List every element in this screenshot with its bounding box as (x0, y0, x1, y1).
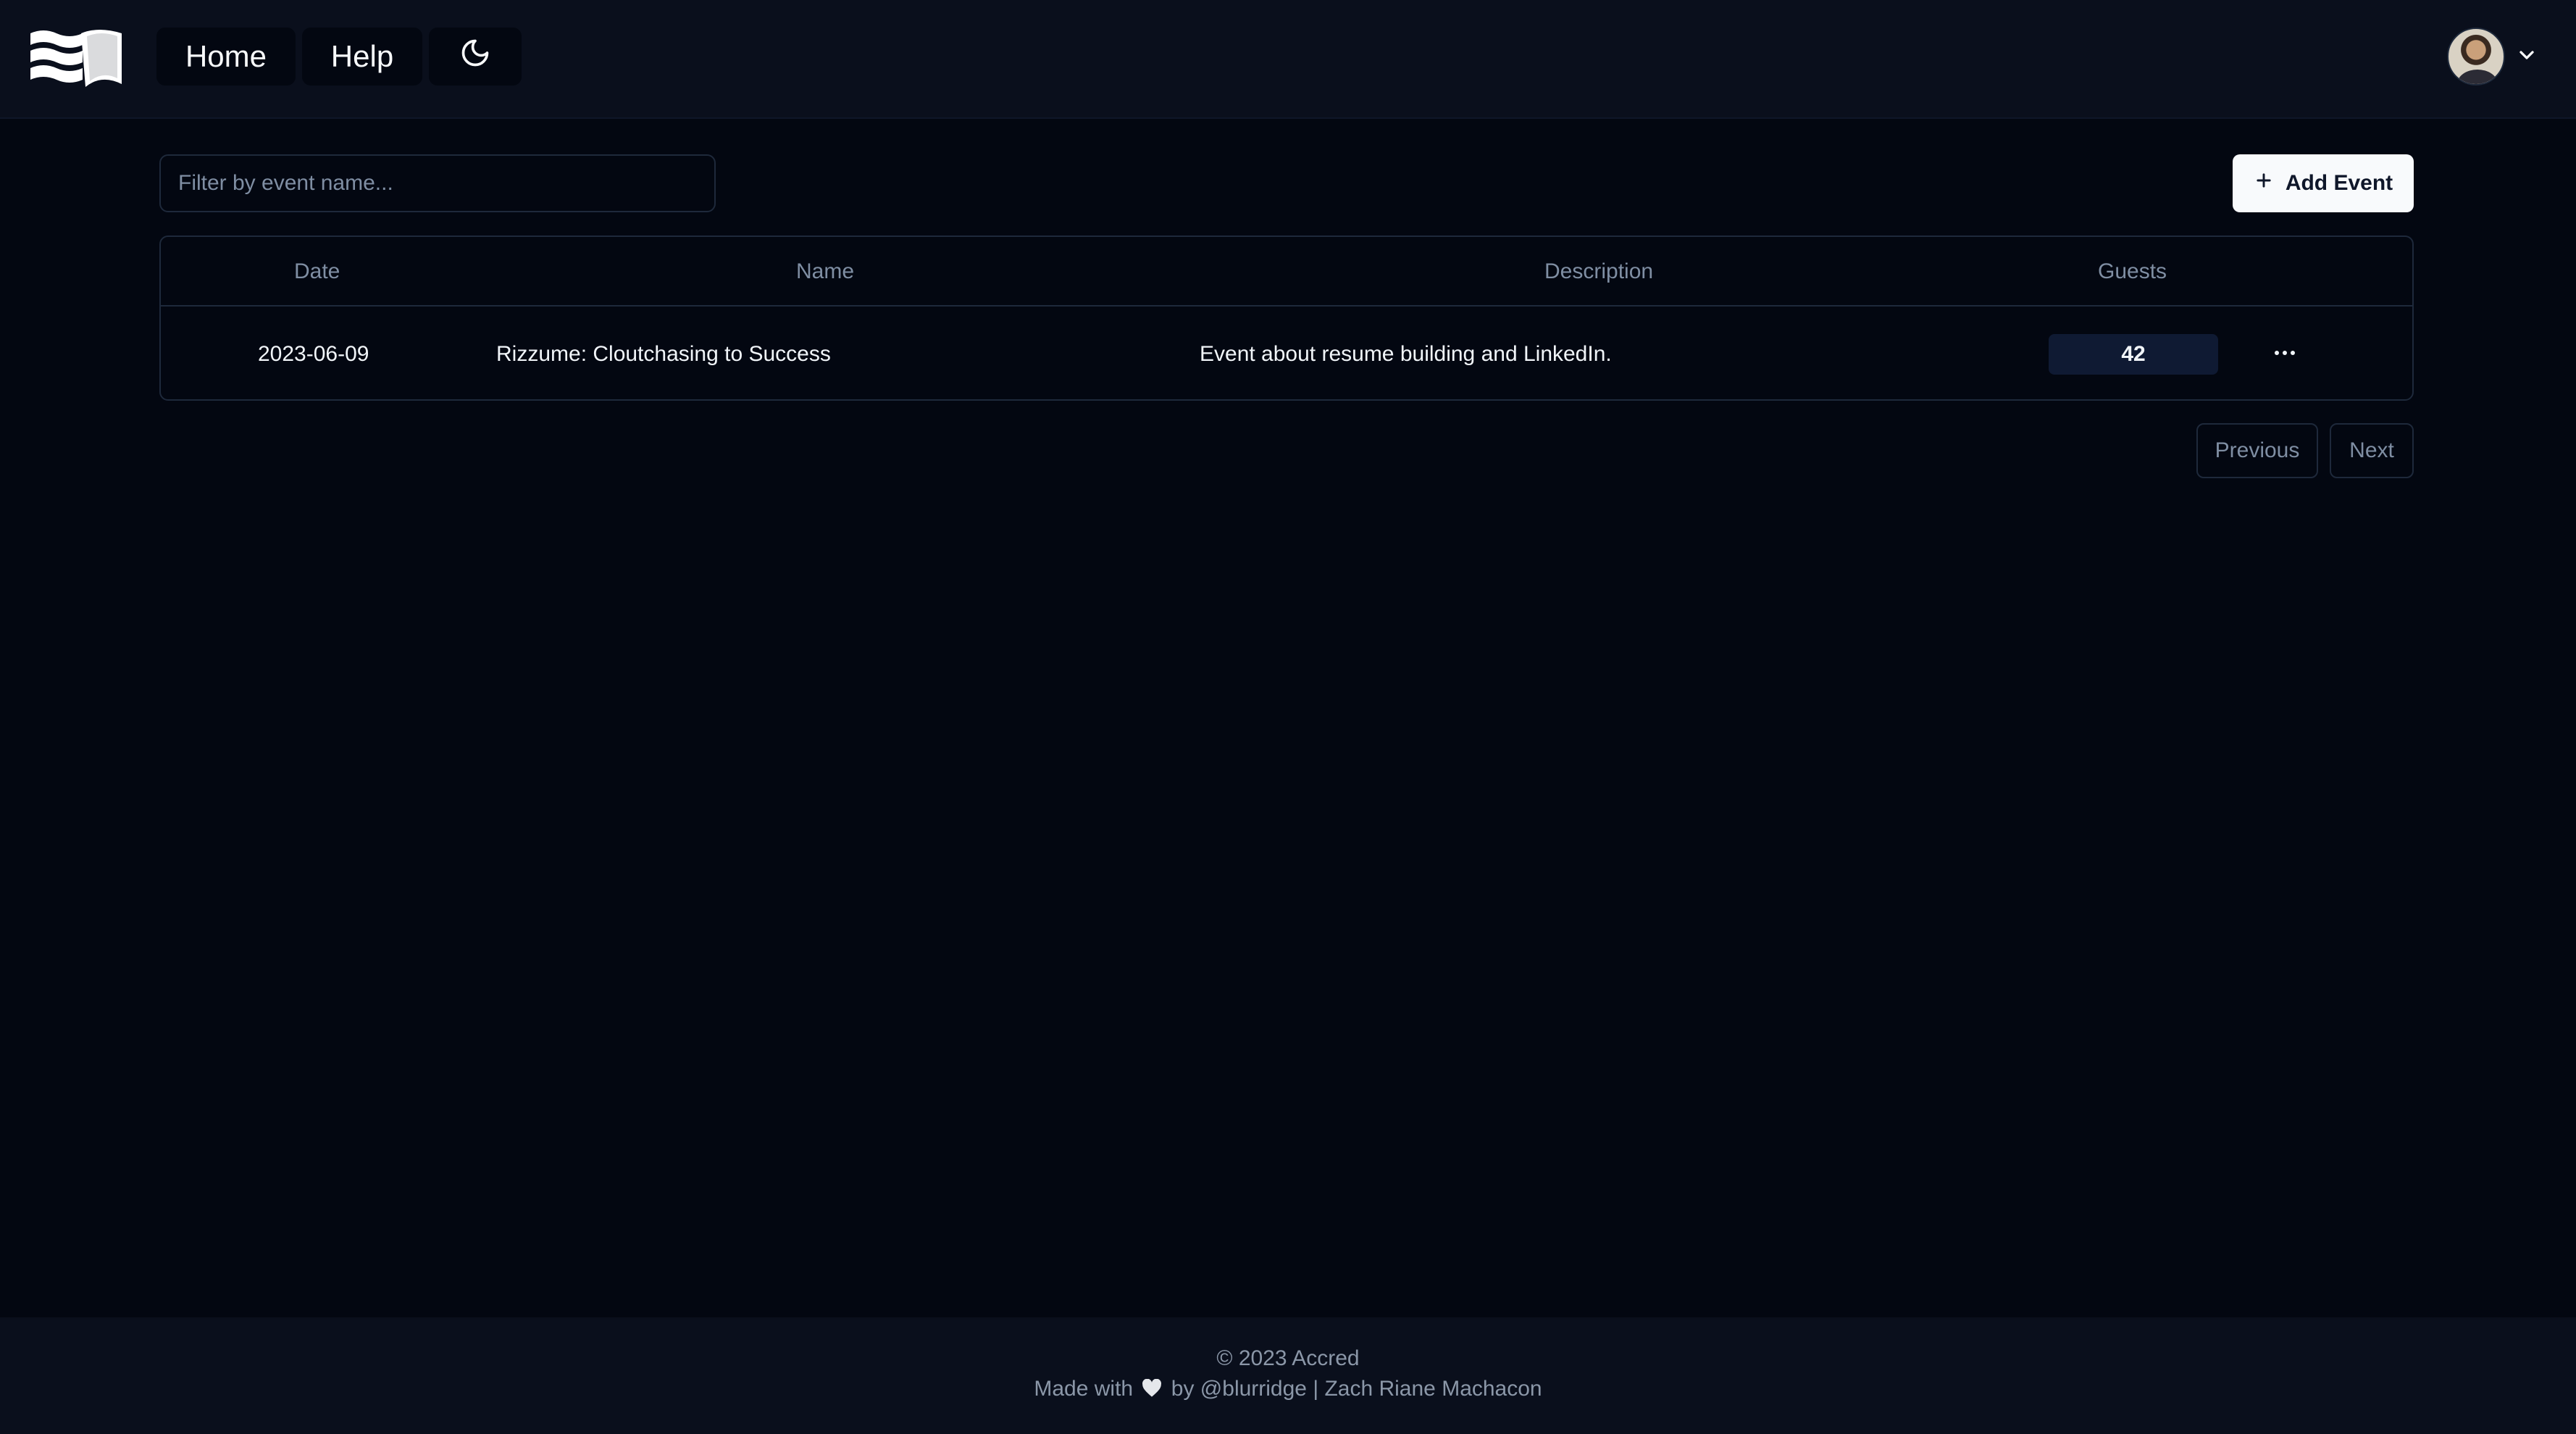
cell-name: Rizzume: Cloutchasing to Success (496, 342, 831, 366)
plus-icon (2254, 170, 2274, 196)
column-header-name[interactable]: Name (796, 237, 854, 307)
author-text: by @blurridge | Zach Riane Machacon (1171, 1377, 1542, 1401)
user-menu-button[interactable] (2447, 28, 2546, 86)
chevron-down-icon (2515, 43, 2538, 70)
add-event-button[interactable]: Add Event (2233, 154, 2414, 212)
footer-copyright: © 2023 Accred (1216, 1346, 1360, 1370)
made-with-text: Made with (1034, 1377, 1134, 1401)
filter-event-name-input[interactable] (159, 154, 716, 212)
avatar[interactable] (2447, 28, 2505, 86)
previous-page-button[interactable]: Previous (2196, 423, 2318, 478)
cell-description: Event about resume building and LinkedIn… (1200, 342, 1612, 366)
top-navbar: Home Help (0, 0, 2576, 119)
cell-date: 2023-06-09 (258, 342, 369, 366)
theme-toggle-button[interactable] (429, 28, 522, 86)
column-header-guests[interactable]: Guests (2098, 237, 2167, 307)
guests-count-badge: 42 (2049, 334, 2218, 375)
next-page-button[interactable]: Next (2330, 423, 2414, 478)
book-waves-logo-icon[interactable] (29, 29, 123, 88)
add-event-label: Add Event (2285, 171, 2393, 195)
table-header: Date Name Description Guests (161, 237, 2412, 307)
heart-icon (1142, 1377, 1162, 1401)
column-header-date[interactable]: Date (294, 237, 340, 307)
nav-help-button[interactable]: Help (302, 28, 422, 86)
footer: © 2023 Accred Made with by @blurridge | … (0, 1317, 2576, 1434)
more-horizontal-icon (2273, 348, 2296, 361)
nav-home-button[interactable]: Home (156, 28, 296, 86)
footer-credits: Made with by @blurridge | Zach Riane Mac… (0, 1377, 2576, 1401)
column-header-description[interactable]: Description (1544, 237, 1653, 307)
row-actions-button[interactable] (2262, 333, 2308, 376)
table-row[interactable]: 2023-06-09 Rizzume: Cloutchasing to Succ… (161, 308, 2412, 399)
events-table: Date Name Description Guests 2023-06-09 … (159, 235, 2414, 401)
moon-icon (459, 37, 491, 76)
